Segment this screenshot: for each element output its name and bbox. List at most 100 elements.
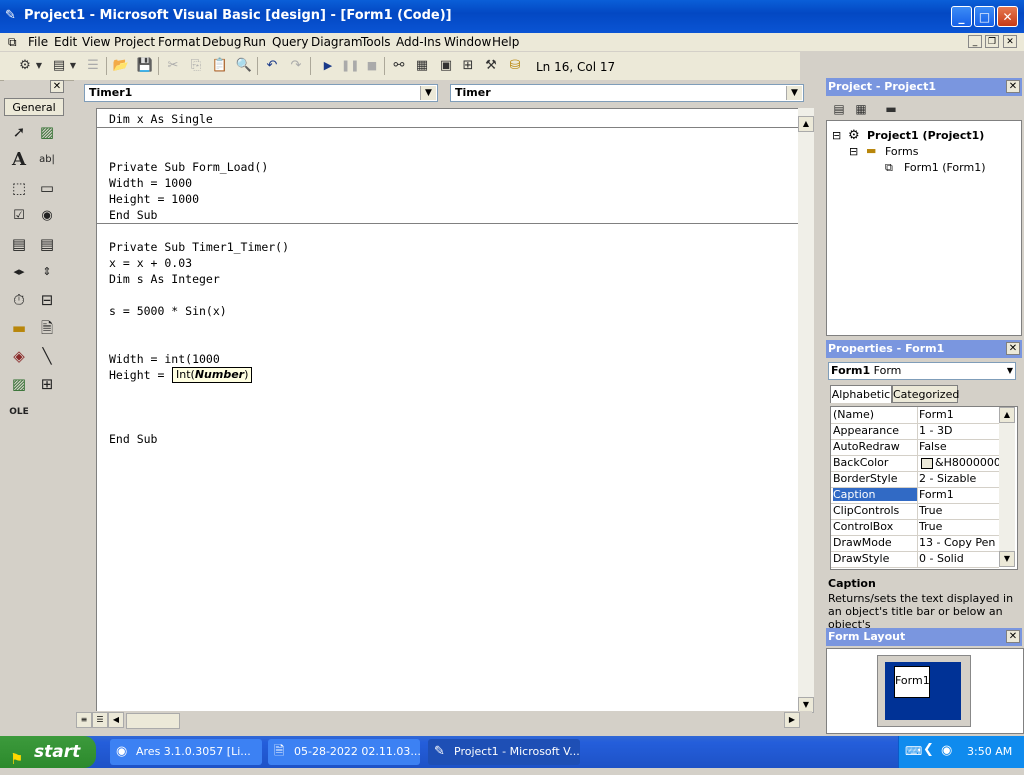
toolbox-general-tab[interactable]: General: [4, 98, 64, 116]
procedure-view-icon[interactable]: ≡: [76, 712, 92, 728]
form-layout-icon[interactable]: ▣: [437, 57, 455, 75]
property-row[interactable]: ClipControls True: [831, 503, 999, 520]
dirlistbox-icon[interactable]: ▬: [8, 317, 30, 339]
save-project-icon[interactable]: 💾: [136, 57, 154, 75]
title-bar[interactable]: ✎ Project1 - Microsoft Visual Basic [des…: [0, 0, 1024, 33]
menu-edit[interactable]: Edit: [54, 35, 77, 49]
task-ares[interactable]: ◉ Ares 3.1.0.3057 [Li...: [110, 739, 262, 765]
code-line[interactable]: s = 5000 * Sin(x): [109, 304, 227, 318]
code-line[interactable]: Height =: [109, 368, 171, 382]
chevron-down-icon[interactable]: ▼: [420, 86, 436, 100]
maximize-button[interactable]: □: [974, 6, 995, 27]
property-value[interactable]: False: [919, 440, 999, 453]
scroll-up-icon[interactable]: ▲: [798, 116, 814, 132]
close-icon[interactable]: ✕: [1006, 80, 1020, 93]
collapse-icon[interactable]: ⊟: [832, 129, 841, 142]
property-value[interactable]: Form1: [919, 408, 999, 421]
menu-debug[interactable]: Debug: [202, 35, 241, 49]
code-editor[interactable]: Dim x As Single Private Sub Form_Load() …: [96, 108, 799, 712]
data-view-icon[interactable]: ⛁: [506, 57, 524, 75]
tab-alphabetic[interactable]: Alphabetic: [830, 385, 892, 403]
procedure-combobox[interactable]: Timer ▼: [450, 84, 804, 102]
property-row[interactable]: (Name) Form1: [831, 407, 999, 424]
task-visual-basic[interactable]: ✎ Project1 - Microsoft V...: [428, 739, 580, 765]
property-row[interactable]: DrawMode 13 - Copy Pen: [831, 535, 999, 552]
horizontal-scrollbar[interactable]: ≡ ☰ ◀ ▶: [74, 711, 812, 729]
cut-icon[interactable]: ✂: [164, 57, 182, 75]
pointer-icon[interactable]: ➚: [8, 121, 30, 143]
toolbox-icon[interactable]: ⚒: [482, 57, 500, 75]
chevron-down-icon[interactable]: ▼: [1007, 363, 1013, 379]
menu-diagram[interactable]: Diagram: [311, 35, 363, 49]
image-icon[interactable]: ▨: [8, 373, 30, 395]
property-row-selected[interactable]: Caption Form1: [831, 487, 999, 504]
property-grid[interactable]: (Name) Form1 Appearance 1 - 3D AutoRedraw F…: [830, 406, 1018, 570]
menu-add-ins[interactable]: Add-Ins: [396, 35, 441, 49]
checkbox-icon[interactable]: ☑: [8, 205, 30, 227]
optionbutton-icon[interactable]: ◉: [36, 205, 58, 227]
property-row[interactable]: BackColor&H8000000F: [831, 455, 999, 472]
menu-window[interactable]: Window: [444, 35, 491, 49]
commandbutton-icon[interactable]: ▭: [36, 177, 58, 199]
view-code-icon[interactable]: ▤: [830, 100, 848, 118]
undo-icon[interactable]: ↶: [263, 57, 281, 75]
tree-item-project1[interactable]: Project1 (Project1): [867, 129, 984, 142]
close-icon[interactable]: ✕: [1006, 630, 1020, 643]
drivelistbox-icon[interactable]: ⊟: [36, 289, 58, 311]
keyboard-icon[interactable]: ⌨: [905, 744, 922, 758]
end-icon[interactable]: ■: [363, 57, 381, 75]
tray-expand-icon[interactable]: ❮: [923, 742, 934, 757]
property-value[interactable]: 2 - Sizable: [919, 472, 999, 485]
menu-view[interactable]: View: [82, 35, 110, 49]
property-value[interactable]: 0 - Solid: [919, 552, 999, 565]
tree-item-form1[interactable]: Form1 (Form1): [904, 161, 986, 174]
tree-item-forms[interactable]: Forms: [885, 145, 918, 158]
data-control-icon[interactable]: ⊞: [36, 373, 58, 395]
combobox-icon[interactable]: ▤: [8, 233, 30, 255]
property-row[interactable]: AutoRedraw False: [831, 439, 999, 456]
toggle-folders-icon[interactable]: ▬: [882, 100, 900, 118]
start-button[interactable]: ⚑ start: [0, 736, 96, 768]
close-button[interactable]: ✕: [997, 6, 1018, 27]
vscrollbar-icon[interactable]: ⇕: [36, 261, 58, 283]
vertical-scrollbar[interactable]: ▲ ▼: [798, 108, 814, 713]
code-line[interactable]: Width = 1000: [109, 176, 192, 190]
property-row[interactable]: ControlBox True: [831, 519, 999, 536]
shape-icon[interactable]: ◈: [8, 345, 30, 367]
close-icon[interactable]: ✕: [1006, 342, 1020, 355]
scroll-right-icon[interactable]: ▶: [784, 712, 800, 728]
hscrollbar-icon[interactable]: ◂▸: [8, 261, 30, 283]
menu-query[interactable]: Query: [272, 35, 308, 49]
menu-editor-icon[interactable]: ☰: [84, 57, 102, 75]
task-folder[interactable]: 🗎 05-28-2022 02.11.03....: [268, 739, 420, 765]
chevron-down-icon[interactable]: ▼: [786, 86, 802, 100]
code-line[interactable]: Dim s As Integer: [109, 272, 220, 286]
property-row[interactable]: DrawStyle 0 - Solid: [831, 551, 999, 568]
object-browser-icon[interactable]: ⊞: [459, 57, 477, 75]
line-icon[interactable]: ╲: [36, 345, 58, 367]
timer-icon[interactable]: ⏱: [8, 289, 30, 311]
redo-icon[interactable]: ↷: [287, 57, 305, 75]
scroll-thumb[interactable]: [126, 713, 180, 729]
menu-project[interactable]: Project: [114, 35, 155, 49]
code-line[interactable]: End Sub: [109, 432, 157, 446]
menu-format[interactable]: Format: [158, 35, 200, 49]
object-selector[interactable]: Form1 Form ▼: [828, 362, 1016, 380]
project-explorer-icon[interactable]: ⚯: [390, 57, 408, 75]
full-module-view-icon[interactable]: ☰: [92, 712, 108, 728]
tab-categorized[interactable]: Categorized: [892, 385, 959, 403]
paste-icon[interactable]: 📋: [211, 57, 229, 75]
property-value[interactable]: True: [919, 504, 999, 517]
ole-icon[interactable]: OLE: [8, 401, 30, 423]
property-value[interactable]: True: [919, 520, 999, 533]
minimize-button[interactable]: _: [951, 6, 972, 27]
copy-icon[interactable]: ⎘: [187, 57, 205, 75]
toolbox-close-icon[interactable]: ✕: [50, 80, 64, 93]
mdi-minimize-button[interactable]: _: [968, 35, 982, 48]
project-tree[interactable]: ⊟ ⚙ Project1 (Project1) ⊟ ▬ Forms ⧉ Form…: [826, 120, 1022, 336]
code-line[interactable]: End Sub: [109, 208, 157, 222]
code-line[interactable]: Private Sub Timer1_Timer(): [109, 240, 289, 254]
network-icon[interactable]: ◉: [941, 743, 952, 758]
break-icon[interactable]: ❚❚: [341, 57, 359, 75]
mdi-close-button[interactable]: ✕: [1003, 35, 1017, 48]
